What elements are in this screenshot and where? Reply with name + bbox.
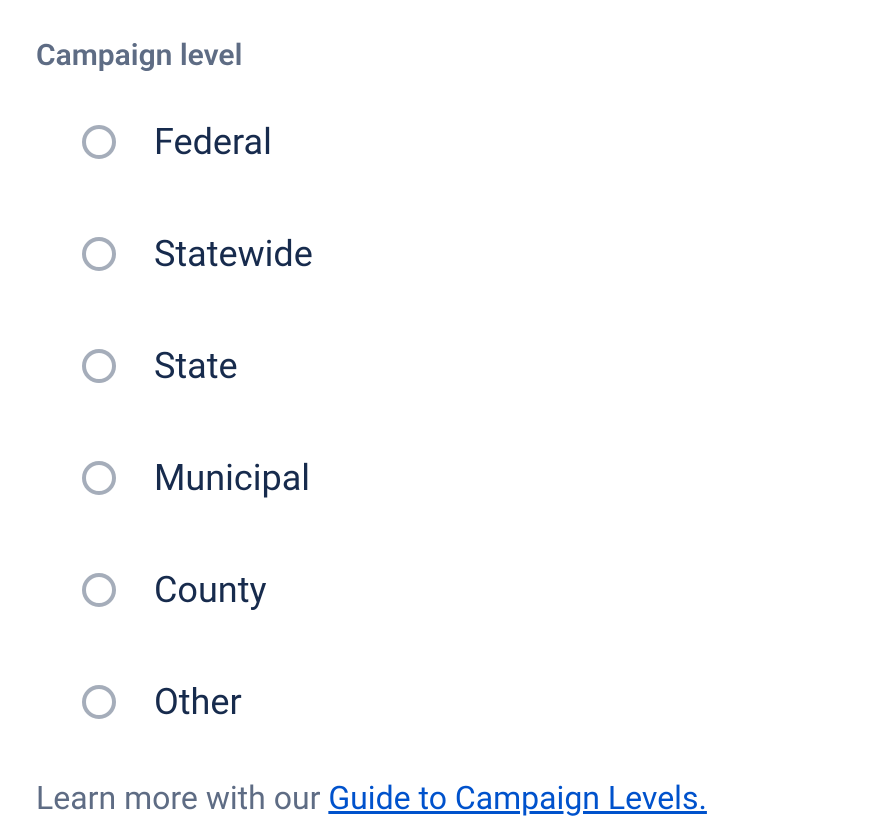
radio-icon [82, 461, 116, 495]
radio-option-county[interactable]: County [82, 569, 842, 611]
campaign-level-radio-group: Federal Statewide State Municipal County… [82, 121, 842, 723]
radio-option-statewide[interactable]: Statewide [82, 233, 842, 275]
radio-option-other[interactable]: Other [82, 681, 842, 723]
help-text: Learn more with our Guide to Campaign Le… [36, 779, 842, 817]
radio-label: Federal [154, 121, 272, 163]
guide-link[interactable]: Guide to Campaign Levels. [328, 779, 707, 817]
radio-option-federal[interactable]: Federal [82, 121, 842, 163]
radio-icon [82, 125, 116, 159]
campaign-level-title: Campaign level [36, 38, 842, 73]
radio-label: Statewide [154, 233, 313, 275]
radio-icon [82, 685, 116, 719]
help-prefix: Learn more with our [36, 779, 328, 817]
radio-option-state[interactable]: State [82, 345, 842, 387]
radio-option-municipal[interactable]: Municipal [82, 457, 842, 499]
radio-icon [82, 237, 116, 271]
radio-label: Municipal [154, 457, 310, 499]
radio-icon [82, 349, 116, 383]
radio-icon [82, 573, 116, 607]
radio-label: State [154, 345, 238, 387]
radio-label: County [154, 569, 267, 611]
radio-label: Other [154, 681, 242, 723]
